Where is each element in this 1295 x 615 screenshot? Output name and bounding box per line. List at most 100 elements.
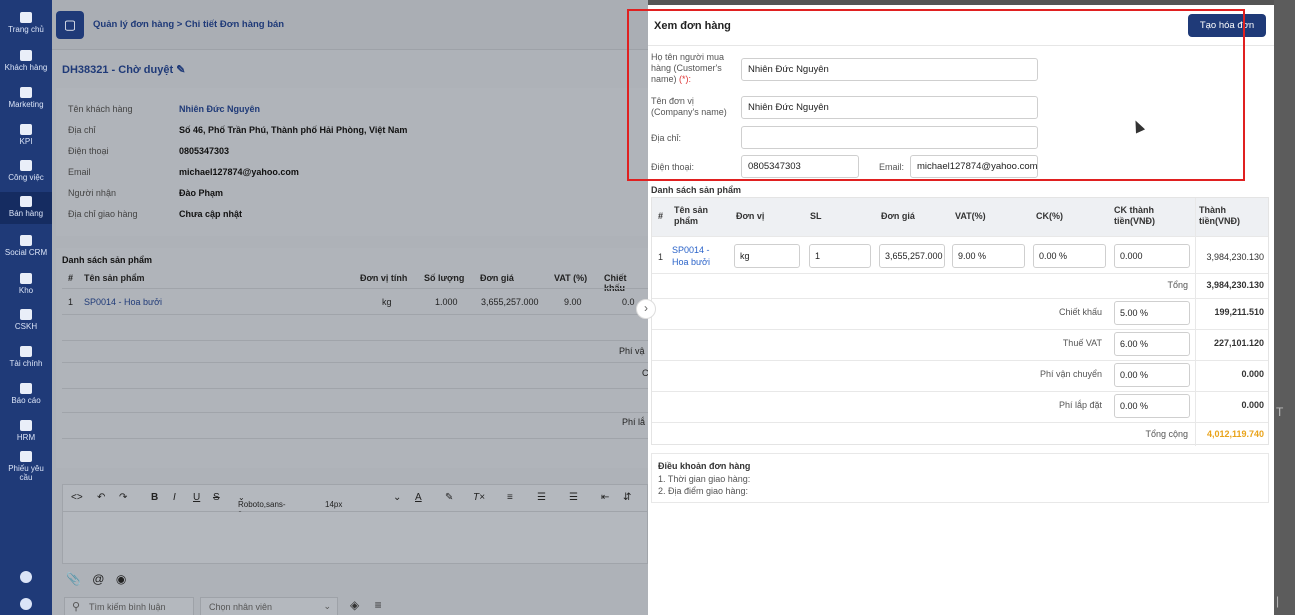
underline-icon[interactable]: U bbox=[193, 492, 200, 503]
price-input[interactable]: 3,655,257.000 bbox=[879, 244, 945, 268]
divider bbox=[62, 288, 648, 289]
buyer-name-input[interactable]: Nhiên Đức Nguyên bbox=[741, 58, 1038, 81]
summary-label: Phí lắ bbox=[622, 417, 646, 427]
line-height-icon[interactable]: ⇵ bbox=[623, 492, 631, 503]
code-view-icon[interactable]: <> bbox=[71, 492, 83, 503]
order-view-panel: Xem đơn hàng Tạo hóa đơn Họ tên người mu… bbox=[648, 5, 1274, 615]
email-input[interactable]: michael127874@yahoo.com bbox=[910, 155, 1038, 178]
layers-icon[interactable]: ◈ bbox=[350, 598, 359, 612]
sidebar-item-hrm[interactable]: HRM bbox=[0, 420, 52, 442]
create-invoice-button[interactable]: Tạo hóa đơn bbox=[1188, 14, 1266, 37]
column-header: Đơn giá bbox=[480, 273, 514, 283]
mention-icon[interactable]: @ bbox=[92, 572, 104, 586]
terms-title: Điều khoản đơn hàng bbox=[658, 461, 751, 471]
sidebar-item-reports[interactable]: Báo cáo bbox=[0, 383, 52, 405]
edge-mark: T bbox=[1276, 405, 1284, 419]
clear-format-icon[interactable]: T× bbox=[473, 492, 485, 503]
redo-icon[interactable]: ↷ bbox=[119, 492, 127, 503]
collapse-panel-button[interactable]: › bbox=[636, 299, 656, 319]
shipping-rate-input[interactable]: 0.00 % bbox=[1114, 363, 1190, 387]
divider bbox=[62, 388, 648, 389]
company-name-label: Tên đơn vị (Company's name) bbox=[651, 96, 727, 117]
column-header: Đơn vị tính bbox=[360, 273, 408, 283]
comment-actions: 📎 @ ◉ bbox=[66, 572, 134, 586]
divider bbox=[652, 422, 1268, 423]
global-button[interactable] bbox=[0, 571, 52, 586]
column-header: Chiết khấu bbox=[604, 273, 627, 293]
sidebar-item-sales[interactable]: Bán hàng bbox=[0, 192, 52, 224]
ordered-list-icon[interactable]: ☰ bbox=[537, 492, 546, 503]
divider bbox=[62, 412, 648, 413]
divider bbox=[62, 362, 648, 363]
app-root: Trang chủ Khách hàng Marketing KPI Công … bbox=[0, 0, 1295, 615]
briefcase-icon bbox=[20, 160, 32, 171]
shipping-label: Phí vận chuyển bbox=[1039, 369, 1102, 379]
product-link[interactable]: SP0014 - Hoa bưởi bbox=[672, 244, 728, 268]
settings-button[interactable] bbox=[0, 598, 52, 613]
indent-icon[interactable]: ⇤ bbox=[601, 492, 609, 503]
company-name-input[interactable]: Nhiên Đức Nguyên bbox=[741, 96, 1038, 119]
sidebar-item-finance[interactable]: Tài chính bbox=[0, 346, 52, 368]
column-header: Tên sản phẩm bbox=[84, 273, 145, 283]
discount-rate-input[interactable]: 5.00 % bbox=[1114, 301, 1190, 325]
staff-select[interactable]: Chọn nhân viên ⌄ bbox=[200, 597, 338, 615]
text-color-icon[interactable]: A bbox=[415, 492, 422, 503]
location-icon[interactable]: ◉ bbox=[116, 572, 126, 586]
highlight-icon[interactable]: ✎ bbox=[445, 492, 453, 503]
cart-icon[interactable]: ▢ bbox=[56, 11, 84, 39]
discount-label: Chiết khấu bbox=[1058, 307, 1102, 317]
unordered-list-icon[interactable]: ☰ bbox=[569, 492, 578, 503]
chevron-down-icon[interactable]: ⌄ bbox=[393, 492, 401, 503]
sidebar-item-customers[interactable]: Khách hàng bbox=[0, 50, 52, 72]
sidebar-item-marketing[interactable]: Marketing bbox=[0, 87, 52, 109]
report-icon bbox=[20, 383, 32, 394]
address-input[interactable] bbox=[741, 126, 1038, 149]
column-header: Thành tiền(VNĐ) bbox=[1199, 205, 1240, 226]
discount-input[interactable]: 0.00 % bbox=[1033, 244, 1106, 268]
install-rate-input[interactable]: 0.00 % bbox=[1114, 394, 1190, 418]
divider bbox=[648, 45, 1274, 46]
bold-icon[interactable]: B bbox=[151, 492, 158, 503]
undo-icon[interactable]: ↶ bbox=[97, 492, 105, 503]
sidebar-item-tasks[interactable]: Công việc bbox=[0, 160, 52, 182]
filter-actions: ◈ ≡ bbox=[350, 598, 394, 612]
row-total: 3,984,230.130 bbox=[1206, 252, 1264, 262]
table-cell: 1.000 bbox=[435, 297, 458, 307]
edit-icon[interactable]: ✎ bbox=[176, 64, 185, 76]
column-header: Đơn vị bbox=[736, 211, 765, 221]
document-icon bbox=[20, 451, 32, 462]
phone-icon bbox=[20, 309, 32, 320]
discount-amount-input[interactable]: 0.000 bbox=[1114, 244, 1190, 268]
sidebar-item-home[interactable]: Trang chủ bbox=[0, 12, 52, 34]
table-cell: 1 bbox=[68, 297, 74, 307]
divider bbox=[652, 236, 1268, 237]
comment-editor[interactable] bbox=[62, 512, 648, 564]
filter-icon[interactable]: ≡ bbox=[375, 598, 382, 612]
divider bbox=[62, 314, 648, 315]
quantity-input[interactable]: 1 bbox=[809, 244, 871, 268]
paperclip-icon[interactable]: 📎 bbox=[66, 572, 81, 586]
divider bbox=[1195, 198, 1196, 446]
strikethrough-icon[interactable]: S bbox=[213, 492, 220, 503]
unit-input[interactable]: kg bbox=[734, 244, 800, 268]
sidebar-item-kpi[interactable]: KPI bbox=[0, 124, 52, 146]
vat-input[interactable]: 9.00 % bbox=[952, 244, 1025, 268]
align-icon[interactable]: ≡ bbox=[507, 492, 513, 503]
table-cell: 3,655,257.000 bbox=[481, 297, 539, 307]
sidebar-item-customer-care[interactable]: CSKH bbox=[0, 309, 52, 331]
vat-rate-input[interactable]: 6.00 % bbox=[1114, 332, 1190, 356]
font-family-select[interactable]: Roboto,sans-s... ⌄ bbox=[238, 493, 286, 518]
sidebar-item-requests[interactable]: Phiếu yêu cầu bbox=[0, 451, 52, 482]
column-header: CK thành tiền(VNĐ) bbox=[1114, 205, 1155, 226]
warehouse-icon bbox=[20, 273, 32, 284]
users-icon bbox=[20, 50, 32, 61]
comment-search-input[interactable]: ⚲ Tìm kiếm bình luận bbox=[64, 597, 194, 615]
section-title: Danh sách sản phẩm bbox=[62, 255, 153, 265]
product-link[interactable]: SP0014 - Hoa bưởi bbox=[84, 297, 162, 307]
home-icon bbox=[20, 12, 32, 23]
phone-input[interactable]: 0805347303 bbox=[741, 155, 859, 178]
sidebar-item-warehouse[interactable]: Kho bbox=[0, 273, 52, 295]
breadcrumb[interactable]: Quản lý đơn hàng > Chi tiết Đơn hàng bán bbox=[93, 19, 284, 30]
italic-icon[interactable]: I bbox=[173, 492, 176, 503]
sidebar-item-social-crm[interactable]: Social CRM bbox=[0, 235, 52, 257]
